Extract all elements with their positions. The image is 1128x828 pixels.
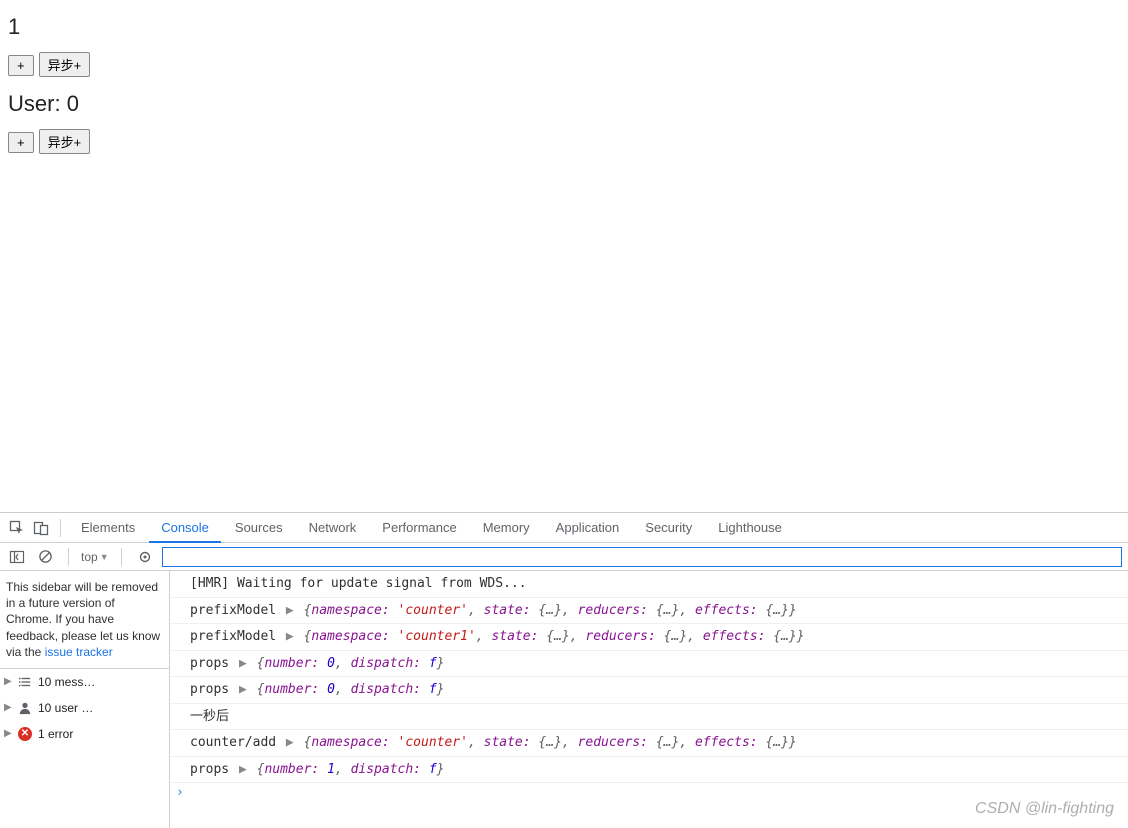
console-log-line[interactable]: counter/add ▶ {namespace: 'counter', sta… <box>170 730 1128 757</box>
console-sidebar: This sidebar will be removed in a future… <box>0 571 170 828</box>
user-label-prefix: User: <box>8 91 67 116</box>
issue-tracker-link[interactable]: issue tracker <box>45 645 113 659</box>
sidebar-stats: ▶ 10 mess… ▶ 10 user … ▶ ✕ 1 error <box>0 668 169 747</box>
tab-application[interactable]: Application <box>544 513 632 543</box>
stat-label: 10 user … <box>38 701 165 715</box>
console-log-line[interactable]: props ▶ {number: 0, dispatch: f} <box>170 651 1128 678</box>
increment-button[interactable]: + <box>8 55 34 76</box>
user-increment-button[interactable]: + <box>8 132 34 153</box>
context-label: top <box>81 550 98 564</box>
toggle-sidebar-icon[interactable] <box>6 546 28 568</box>
user-value: 0 <box>67 91 79 116</box>
user-icon <box>17 700 33 716</box>
stat-row-error[interactable]: ▶ ✕ 1 error <box>0 721 169 747</box>
context-selector[interactable]: top ▼ <box>81 550 109 564</box>
devtools-tabs: ElementsConsoleSourcesNetworkPerformance… <box>0 513 1128 543</box>
tab-lighthouse[interactable]: Lighthouse <box>706 513 794 543</box>
tab-elements[interactable]: Elements <box>69 513 147 543</box>
user-heading: User: 0 <box>8 91 1120 117</box>
clear-console-icon[interactable] <box>34 546 56 568</box>
async-increment-button[interactable]: 异步+ <box>39 52 91 77</box>
tab-console[interactable]: Console <box>149 513 221 543</box>
console-log-line[interactable]: 一秒后 <box>170 704 1128 731</box>
console-output[interactable]: [HMR] Waiting for update signal from WDS… <box>170 571 1128 828</box>
console-toolbar: top ▼ <box>0 543 1128 571</box>
tab-separator <box>60 519 61 537</box>
user-async-increment-button[interactable]: 异步+ <box>39 129 91 154</box>
tab-memory[interactable]: Memory <box>471 513 542 543</box>
stat-row-user[interactable]: ▶ 10 user … <box>0 695 169 721</box>
toolbar-separator <box>68 548 69 566</box>
stat-row-list[interactable]: ▶ 10 mess… <box>0 669 169 695</box>
expand-arrow-icon: ▶ <box>4 702 12 713</box>
console-log-line[interactable]: props ▶ {number: 0, dispatch: f} <box>170 677 1128 704</box>
console-filter-input[interactable] <box>162 547 1122 567</box>
list-icon <box>17 674 33 690</box>
sidebar-notice: This sidebar will be removed in a future… <box>0 571 169 668</box>
console-prompt[interactable]: › <box>170 783 1128 802</box>
tab-sources[interactable]: Sources <box>223 513 295 543</box>
console-log-line[interactable]: prefixModel ▶ {namespace: 'counter', sta… <box>170 598 1128 625</box>
inspect-element-icon[interactable] <box>6 517 28 539</box>
prompt-caret-icon: › <box>176 785 184 800</box>
devtools-panel: ElementsConsoleSourcesNetworkPerformance… <box>0 512 1128 828</box>
stat-label: 1 error <box>38 727 165 741</box>
chevron-down-icon: ▼ <box>100 552 109 562</box>
device-toolbar-icon[interactable] <box>30 517 52 539</box>
live-expression-icon[interactable] <box>134 546 156 568</box>
user-buttons: +异步+ <box>8 129 1120 154</box>
counter-value: 1 <box>8 14 1120 40</box>
app-page: 1 +异步+ User: 0 +异步+ <box>0 0 1128 176</box>
tab-security[interactable]: Security <box>633 513 704 543</box>
error-icon: ✕ <box>17 726 33 742</box>
page-spacer <box>0 176 1128 512</box>
devtools-body: This sidebar will be removed in a future… <box>0 571 1128 828</box>
expand-arrow-icon: ▶ <box>4 728 12 739</box>
stat-label: 10 mess… <box>38 675 165 689</box>
tab-performance[interactable]: Performance <box>370 513 468 543</box>
expand-arrow-icon: ▶ <box>4 676 12 687</box>
console-log-line[interactable]: prefixModel ▶ {namespace: 'counter1', st… <box>170 624 1128 651</box>
console-log-line[interactable]: props ▶ {number: 1, dispatch: f} <box>170 757 1128 784</box>
toolbar-separator-2 <box>121 548 122 566</box>
tab-network[interactable]: Network <box>297 513 369 543</box>
console-log-line[interactable]: [HMR] Waiting for update signal from WDS… <box>170 571 1128 598</box>
counter-buttons: +异步+ <box>8 52 1120 77</box>
